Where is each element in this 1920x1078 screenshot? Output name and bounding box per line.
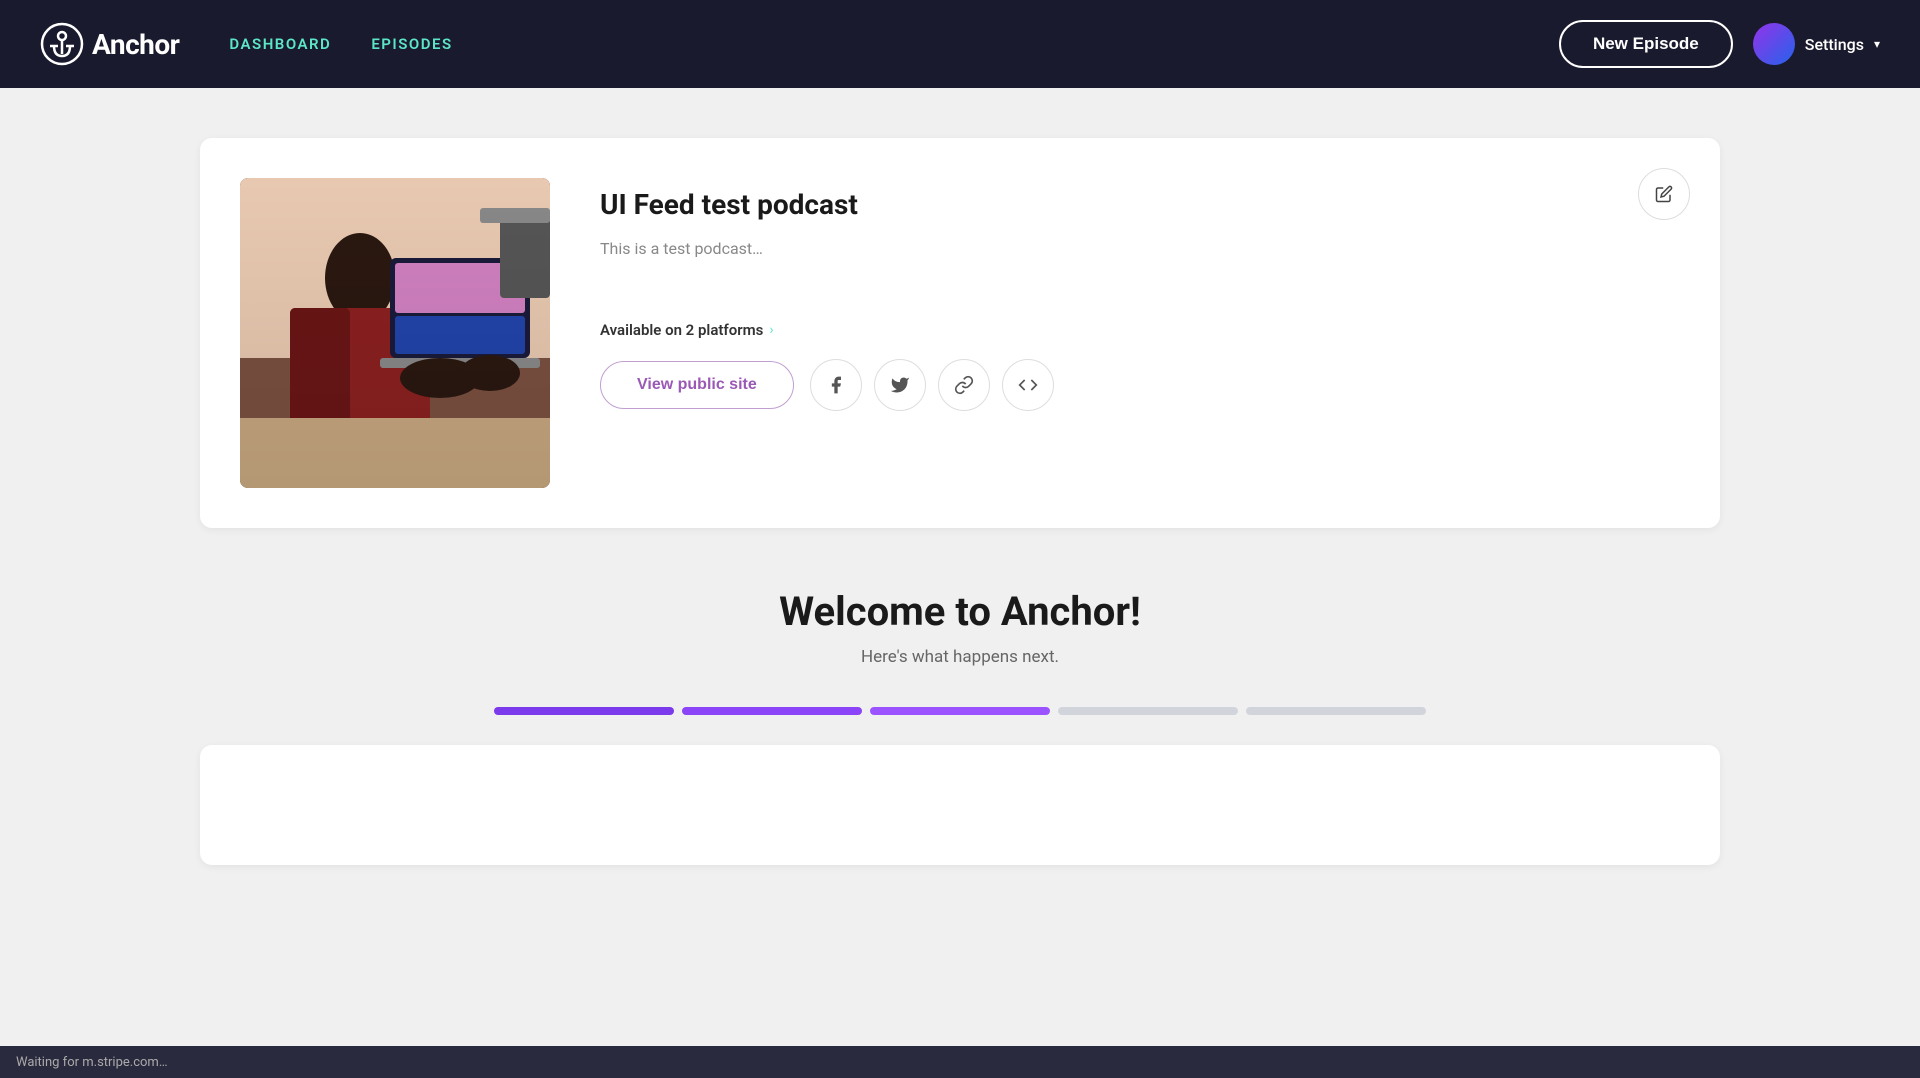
nav-right: New Episode Settings ▾ bbox=[1559, 20, 1880, 68]
podcast-info: UI Feed test podcast This is a test podc… bbox=[600, 178, 1680, 411]
podcast-card: UI Feed test podcast This is a test podc… bbox=[200, 138, 1720, 528]
twitter-share-button[interactable] bbox=[874, 359, 926, 411]
facebook-share-button[interactable] bbox=[810, 359, 862, 411]
step-bar-3[interactable] bbox=[870, 707, 1050, 715]
twitter-icon bbox=[890, 375, 910, 395]
avatar-image bbox=[1753, 23, 1795, 65]
settings-label: Settings bbox=[1805, 35, 1864, 54]
chevron-down-icon: ▾ bbox=[1874, 37, 1880, 51]
embed-icon bbox=[1018, 375, 1038, 395]
navbar: Anchor DASHBOARD EPISODES New Episode Se… bbox=[0, 0, 1920, 88]
view-public-site-button[interactable]: View public site bbox=[600, 361, 794, 409]
pencil-icon bbox=[1655, 185, 1673, 203]
platforms-line[interactable]: Available on 2 platforms › bbox=[600, 321, 1680, 339]
main-content: UI Feed test podcast This is a test podc… bbox=[0, 88, 1920, 865]
embed-button[interactable] bbox=[1002, 359, 1054, 411]
link-icon bbox=[954, 375, 974, 395]
logo[interactable]: Anchor bbox=[40, 22, 179, 66]
platforms-arrow-icon: › bbox=[769, 322, 773, 338]
step-bar-5[interactable] bbox=[1246, 707, 1426, 715]
nav-dashboard[interactable]: DASHBOARD bbox=[229, 35, 331, 53]
settings-area[interactable]: Settings ▾ bbox=[1753, 23, 1880, 65]
avatar bbox=[1753, 23, 1795, 65]
new-episode-button[interactable]: New Episode bbox=[1559, 20, 1733, 68]
welcome-title: Welcome to Anchor! bbox=[200, 588, 1720, 635]
step-bar-1[interactable] bbox=[494, 707, 674, 715]
logo-text: Anchor bbox=[92, 28, 179, 61]
podcast-image bbox=[240, 178, 550, 488]
bottom-card-preview bbox=[200, 745, 1720, 865]
social-icons bbox=[810, 359, 1054, 411]
status-text: Waiting for m.stripe.com… bbox=[16, 1055, 168, 1070]
nav-episodes[interactable]: EPISODES bbox=[371, 35, 452, 53]
anchor-logo-icon bbox=[40, 22, 84, 66]
edit-podcast-button[interactable] bbox=[1638, 168, 1690, 220]
welcome-section: Welcome to Anchor! Here's what happens n… bbox=[200, 588, 1720, 865]
welcome-subtitle: Here's what happens next. bbox=[200, 647, 1720, 667]
podcast-image-svg bbox=[240, 178, 550, 488]
action-row: View public site bbox=[600, 359, 1680, 411]
podcast-photo bbox=[240, 178, 550, 488]
progress-steps bbox=[200, 707, 1720, 715]
copy-link-button[interactable] bbox=[938, 359, 990, 411]
facebook-icon bbox=[826, 375, 846, 395]
podcast-title: UI Feed test podcast bbox=[600, 188, 1680, 221]
step-bar-4[interactable] bbox=[1058, 707, 1238, 715]
platforms-text: Available on 2 platforms bbox=[600, 321, 763, 339]
podcast-description: This is a test podcast… bbox=[600, 237, 1680, 261]
nav-links: DASHBOARD EPISODES bbox=[229, 35, 1559, 53]
step-bar-2[interactable] bbox=[682, 707, 862, 715]
status-bar: Waiting for m.stripe.com… bbox=[0, 1046, 1920, 1078]
